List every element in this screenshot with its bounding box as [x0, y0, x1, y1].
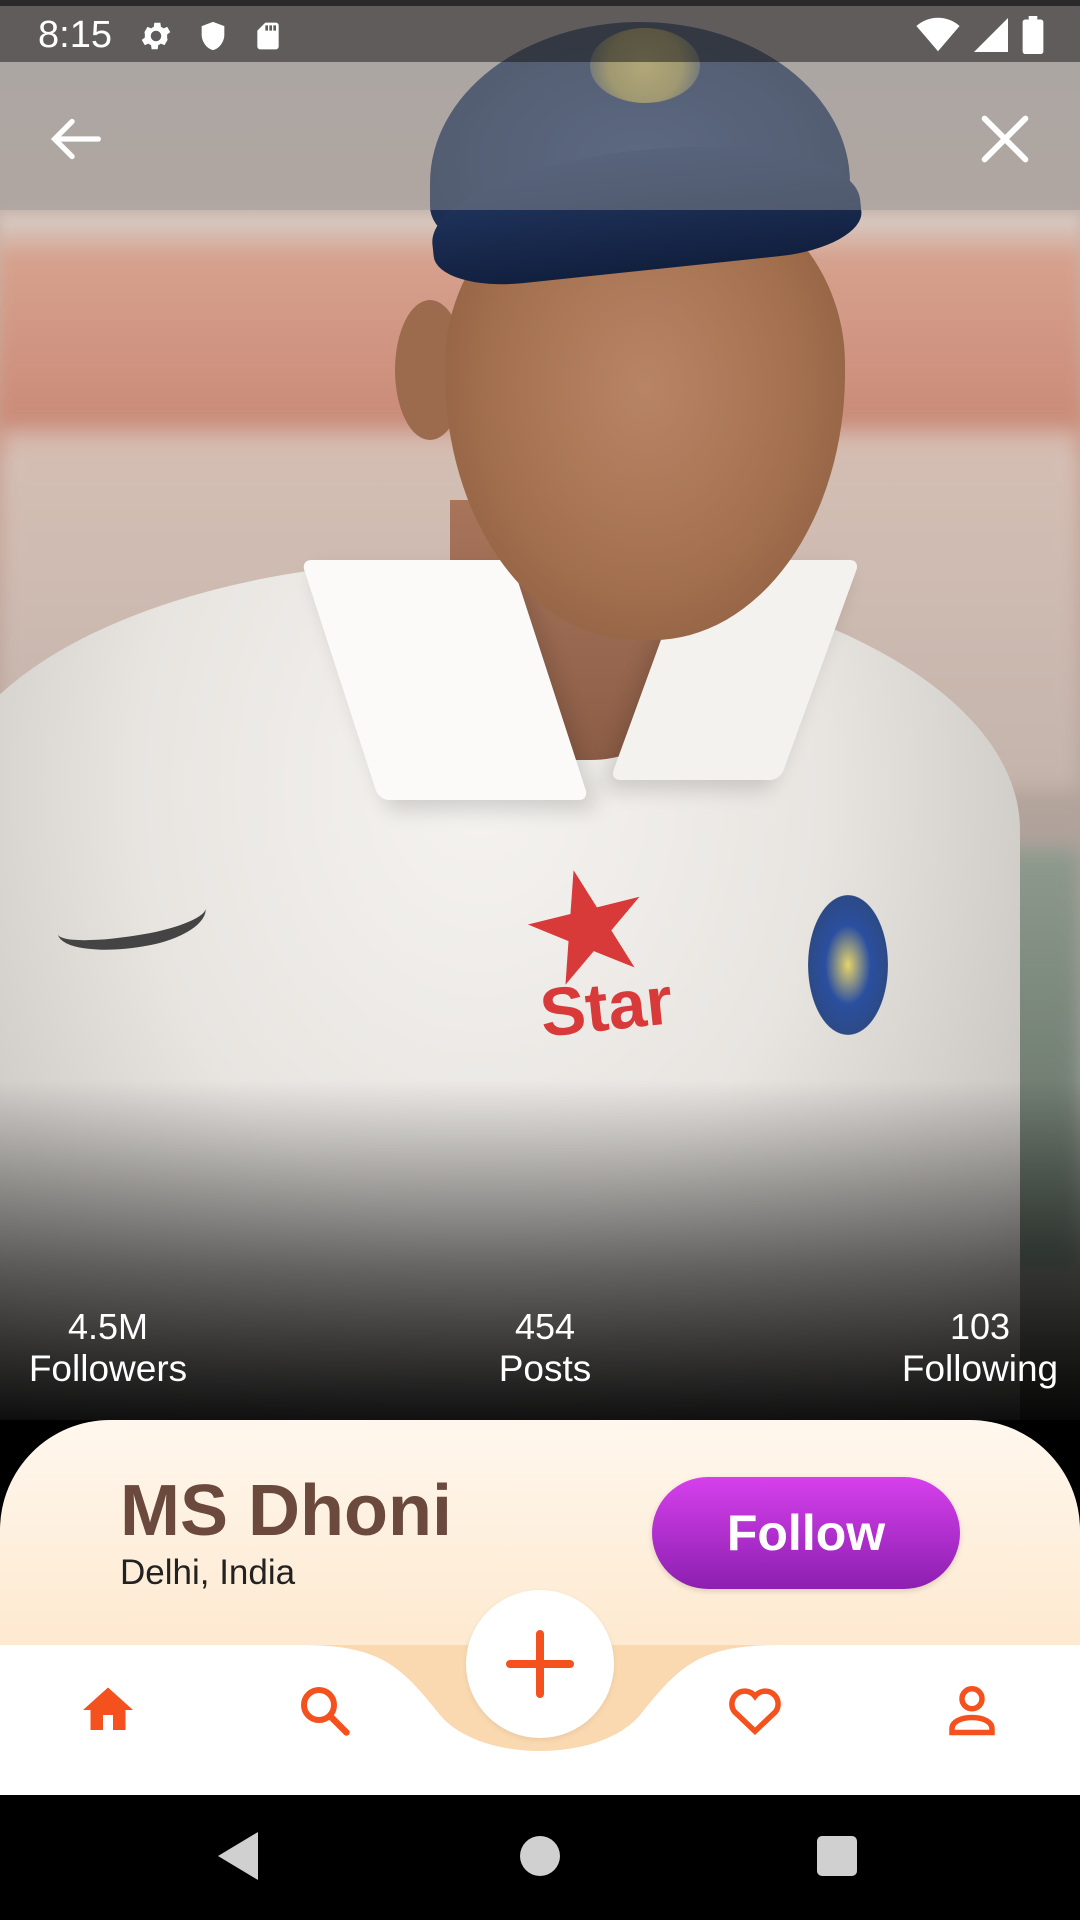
add-post-button[interactable] [466, 1590, 614, 1738]
profile-screen: ★ Star 8:15 4.5M Followers 454 Posts 103… [0, 0, 1080, 1920]
sd-card-icon [252, 18, 284, 54]
wifi-icon [916, 17, 960, 53]
followers-count: 4.5M [67, 1306, 149, 1347]
signal-icon [974, 17, 1008, 53]
posts-count: 454 [514, 1306, 576, 1347]
shield-icon [196, 18, 230, 54]
triangle-back-icon [218, 1832, 258, 1880]
profile-name: MS Dhoni [120, 1471, 452, 1551]
profile-photo: ★ Star [0, 0, 1080, 1420]
followers-stat[interactable]: 4.5M Followers [18, 1306, 198, 1390]
home-icon [83, 1687, 133, 1730]
heart-icon [729, 1688, 781, 1736]
profile-location: Delhi, India [120, 1553, 296, 1592]
nav-search-button[interactable] [294, 1680, 354, 1740]
status-time: 8:15 [38, 14, 112, 56]
search-icon [301, 1687, 350, 1736]
sponsor-text: Star [536, 962, 676, 1052]
settings-icon [138, 18, 174, 54]
photo-sponsor-logo: ★ Star [502, 827, 680, 1052]
following-count: 103 [949, 1306, 1011, 1347]
following-stat[interactable]: 103 Following [890, 1306, 1070, 1390]
back-button[interactable] [40, 104, 110, 174]
close-icon [981, 115, 1029, 163]
followers-label: Followers [28, 1348, 188, 1389]
nav-profile-button[interactable] [942, 1680, 1002, 1740]
posts-stat[interactable]: 454 Posts [455, 1306, 635, 1390]
posts-label: Posts [498, 1348, 592, 1389]
close-button[interactable] [970, 104, 1040, 174]
follow-button[interactable]: Follow [652, 1477, 960, 1589]
following-label: Following [901, 1348, 1059, 1389]
person-icon [949, 1686, 995, 1736]
nav-favorites-button[interactable] [725, 1680, 785, 1740]
nav-home-button[interactable] [78, 1680, 138, 1740]
system-home-button[interactable] [520, 1836, 560, 1876]
arrow-back-icon [50, 118, 101, 160]
add-icon [506, 1630, 574, 1698]
battery-icon [1022, 16, 1044, 54]
photo-team-emblem [808, 895, 888, 1035]
top-app-bar [0, 62, 1080, 210]
system-recents-button[interactable] [817, 1836, 857, 1876]
status-bar: 8:15 [0, 0, 1080, 62]
system-back-button[interactable] [213, 1828, 263, 1884]
